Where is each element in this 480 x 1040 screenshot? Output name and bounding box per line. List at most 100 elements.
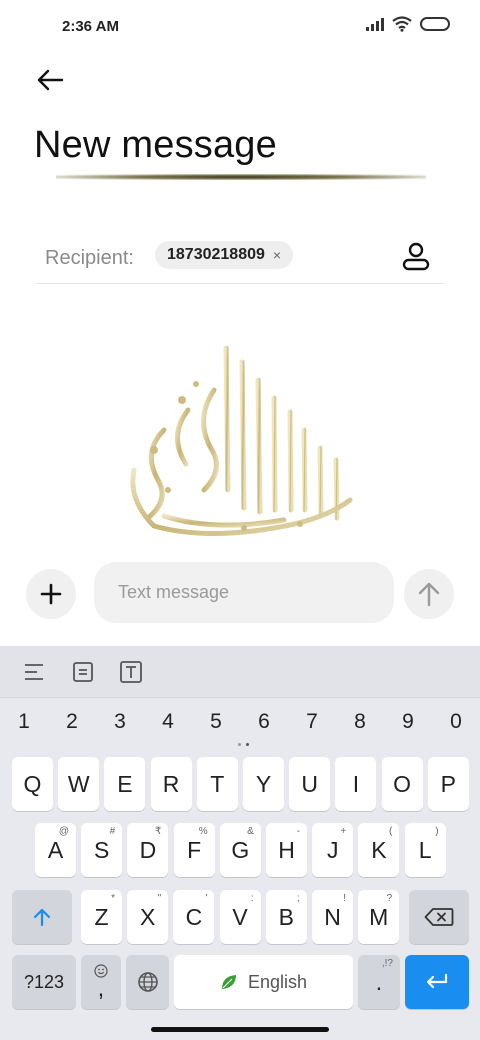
back-button[interactable] [32,62,68,98]
number-key[interactable]: 9 [393,710,423,734]
language-key[interactable] [126,955,169,1009]
recipient-label: Recipient: [45,247,134,269]
status-time: 2:36 AM [62,18,119,35]
key-secondary-label: " [157,893,162,904]
recipient-row[interactable]: Recipient: 18730218809 × [36,232,444,284]
key-label: G [231,836,250,863]
number-key[interactable]: 8 [345,710,375,734]
key-label: S [94,836,110,863]
enter-key[interactable] [405,955,469,1009]
number-key[interactable]: 7 [297,710,327,734]
key-label: B [278,903,294,930]
key-n[interactable]: ! N [312,890,353,944]
key-label: D [139,836,157,863]
key-b[interactable]: ; B [265,890,307,944]
text-icon[interactable] [119,660,143,684]
key-a[interactable]: @ A [35,823,76,877]
key-label: X [140,903,156,930]
key-secondary-label: ? [386,893,393,904]
number-key[interactable]: 6 [249,710,279,734]
chip-remove-icon[interactable]: × [273,247,281,263]
emoji-comma-key[interactable]: , [81,955,121,1009]
key-label: I [352,770,360,797]
key-e[interactable]: E [104,757,146,811]
title-underline-decoration [56,174,426,180]
key-label: U [301,770,318,797]
period-key[interactable]: ,!? . [358,955,400,1009]
key-x[interactable]: " X [127,890,169,944]
align-icon[interactable] [22,660,46,684]
key-secondary-label: ! [343,893,346,904]
key-label: C [185,903,203,930]
number-key[interactable]: 5 [201,710,231,734]
attach-button[interactable] [26,569,76,619]
key-f[interactable]: % F [173,823,215,877]
plus-icon [40,583,62,605]
key-y[interactable]: Y [243,757,284,811]
backspace-key[interactable] [409,890,469,944]
key-secondary-label: : [250,893,254,904]
period-sub-label: ,!? [381,958,393,969]
key-label: Y [255,770,272,797]
clipboard-icon[interactable] [71,660,95,684]
signal-icon [366,17,384,31]
send-button[interactable] [404,569,454,619]
key-label: F [187,836,202,863]
key-v[interactable]: :V [219,890,261,944]
key-d[interactable]: ₹ D [127,823,169,877]
keyboard: 1234567890 QWERTYUIOP @ A # S ₹ D% F & G - H + J(K) L… [0,646,480,1040]
page-title: New message [34,124,277,166]
key-m[interactable]: ? M [358,890,400,944]
space-key[interactable]: English [174,955,353,1009]
key-l[interactable]: ) L [404,823,446,877]
keyboard-toolbar [0,646,480,698]
key-w[interactable]: W [58,757,100,811]
key-g[interactable]: & G [219,823,261,877]
battery-icon [420,17,450,31]
key-k[interactable]: (K [358,823,400,877]
key-t[interactable]: T [196,757,238,811]
number-key[interactable]: 4 [153,710,183,734]
number-key[interactable]: 3 [105,710,135,734]
shift-key[interactable] [12,890,72,944]
key-secondary-label: - [296,826,300,837]
emoji-icon [94,964,108,978]
symbols-key[interactable]: ?123 [12,955,76,1009]
number-key[interactable]: 2 [57,710,87,734]
status-bar: 2:36 AM [0,0,480,56]
contact-picker-button[interactable] [400,240,432,272]
key-p[interactable]: P [427,757,469,811]
key-j[interactable]: + J [312,823,354,877]
key-q[interactable]: Q [12,757,53,811]
key-c[interactable]: ' C [173,890,215,944]
key-label: K [371,836,387,863]
key-o[interactable]: O [381,757,423,811]
number-key[interactable]: 1 [9,710,39,734]
key-label: O [393,770,412,797]
space-label: English [247,971,308,992]
key-label: Z [94,903,109,930]
key-z[interactable]: * Z [81,890,122,944]
calligraphy-image [130,345,353,536]
key-label: M [369,903,389,930]
enter-icon [426,973,448,989]
key-secondary-label: ₹ [155,826,162,837]
recipient-chip-number: 18730218809 [167,246,265,263]
key-secondary-label: ) [435,826,439,837]
key-label: E [117,770,133,797]
key-h[interactable]: -H [266,823,307,877]
key-i[interactable]: I [335,757,377,811]
key-secondary-label: * [111,893,115,904]
key-u[interactable]: U [289,757,331,811]
key-secondary-label: ( [389,826,393,837]
key-secondary-label: ; [297,893,300,904]
message-input[interactable] [94,562,394,623]
key-secondary-label: + [340,826,347,837]
comma-label: , [97,974,105,1001]
number-key[interactable]: 0 [441,710,471,734]
key-label: R [162,770,180,797]
recipient-chip[interactable]: 18730218809 × [155,241,294,269]
key-s[interactable]: # S [81,823,123,877]
key-r[interactable]: R [150,757,192,811]
home-indicator[interactable] [151,1027,329,1032]
